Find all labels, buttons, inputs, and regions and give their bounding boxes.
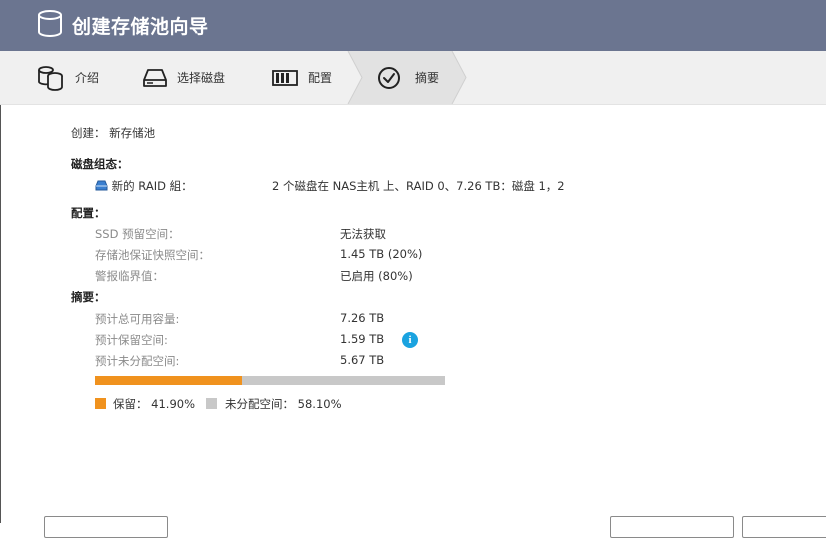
abstract-value: 1.59 TB — [340, 332, 385, 346]
abstract-value: 7.26 TB — [340, 311, 385, 325]
step-select-disks-label: 选择磁盘 — [177, 71, 226, 85]
config-label: SSD 预留空间： — [95, 227, 180, 241]
unallocated-legend: 未分配空间： 58.10% — [225, 396, 342, 412]
wizard-title: 创建存储池向导 — [72, 16, 209, 38]
reserved-legend-pct: 41.90% — [151, 397, 196, 411]
disk-drive-icon — [143, 68, 167, 87]
capacity-usage-bar — [95, 376, 445, 385]
disk-group-header: 磁盘组态： — [71, 157, 129, 171]
step-intro[interactable]: 介绍 — [37, 51, 99, 104]
database-icon — [38, 65, 63, 91]
abstract-header: 摘要： — [71, 290, 106, 304]
abstract-label: 预计未分配空间: — [95, 354, 180, 368]
finish-button[interactable] — [742, 516, 826, 538]
raid-disk-icon — [95, 180, 108, 191]
wizard-step-bar: 介绍 选择磁盘 配置 摘要 — [0, 51, 826, 105]
config-label: 存储池保证快照空间： — [95, 248, 210, 262]
create-row: 创建： 新存储池 — [71, 125, 155, 141]
wizard-titlebar: 创建存储池向导 — [0, 0, 826, 51]
unallocated-legend-pct: 58.10% — [297, 397, 342, 411]
summary-panel: 创建： 新存储池 磁盘组态： 新的 RAID 組： 2 个磁盘在 NAS主机 上… — [0, 104, 826, 523]
reserved-legend-label: 保留： — [113, 397, 148, 411]
step-select-disks[interactable]: 选择磁盘 — [143, 51, 225, 104]
config-label: 警报临界值： — [95, 269, 164, 283]
step-config[interactable]: 配置 — [272, 51, 332, 104]
storage-pool-icon — [38, 10, 62, 37]
unallocated-legend-label: 未分配空间： — [225, 397, 294, 411]
abstract-label: 预计总可用容量: — [95, 312, 180, 326]
step-summary-label: 摘要 — [415, 71, 440, 85]
reserved-swatch — [95, 398, 106, 409]
create-value: 新存储池 — [109, 126, 156, 140]
unallocated-swatch — [206, 398, 217, 409]
back-button[interactable] — [610, 516, 734, 538]
cancel-button[interactable] — [44, 516, 168, 538]
config-value: 已启用 (80%) — [340, 269, 413, 283]
raid-group-label: 新的 RAID 組： — [111, 179, 193, 193]
checkmark-circle-icon — [378, 66, 400, 89]
raid-group-row: 新的 RAID 組： — [95, 178, 193, 194]
config-value: 无法获取 — [340, 227, 386, 241]
abstract-label: 预计保留空间: — [95, 333, 168, 347]
create-label: 创建： — [71, 126, 106, 140]
raid-config-icon — [272, 69, 298, 86]
info-icon[interactable]: i — [402, 332, 418, 348]
reserved-legend: 保留： 41.90% — [113, 396, 195, 412]
raid-group-value: 2 个磁盘在 NAS主机 上、RAID 0、7.26 TB：磁盘 1，2 — [272, 179, 565, 193]
config-header: 配置： — [71, 206, 106, 220]
abstract-value: 5.67 TB — [340, 353, 385, 367]
config-value: 1.45 TB (20%) — [340, 247, 423, 261]
step-intro-label: 介绍 — [75, 71, 100, 85]
step-config-label: 配置 — [308, 71, 333, 85]
step-summary[interactable]: 摘要 — [377, 51, 439, 104]
reserved-fill — [95, 376, 242, 385]
